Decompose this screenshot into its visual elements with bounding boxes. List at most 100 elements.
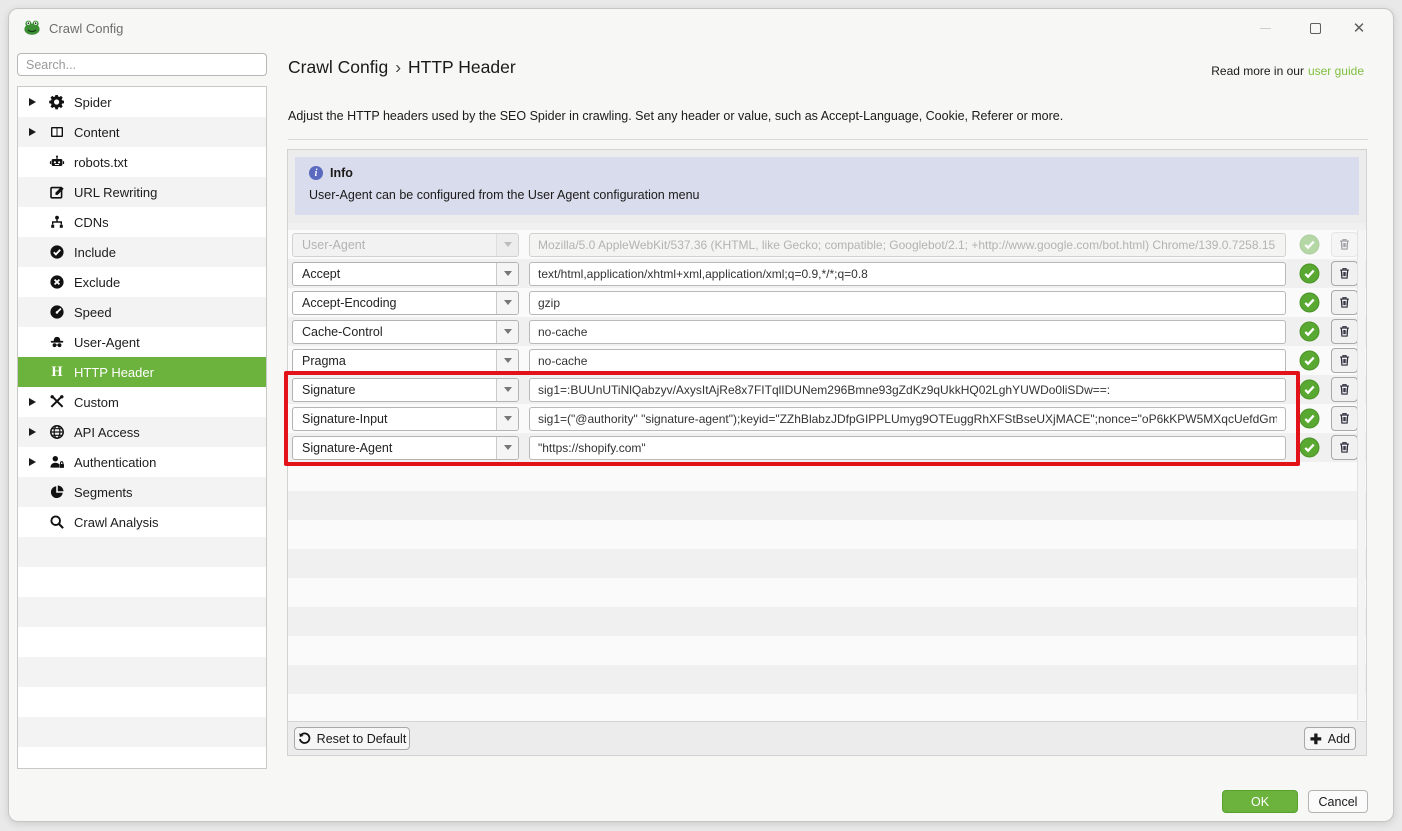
breadcrumb: Crawl Config›HTTP Header [288,57,516,78]
gear-icon [46,94,68,110]
sidebar-item-content[interactable]: Content [18,117,266,147]
delete-header-button[interactable] [1331,290,1358,315]
header-value-input[interactable] [529,291,1286,315]
close-button[interactable]: ✕ [1339,15,1379,41]
sidebar-item-label: API Access [74,425,140,440]
header-name-select[interactable]: Accept [292,262,519,286]
valid-check-icon [1298,292,1320,314]
reset-label: Reset to Default [317,732,407,746]
header-name-select[interactable]: Signature-Input [292,407,519,431]
sidebar-item-exclude[interactable]: Exclude [18,267,266,297]
maximize-icon [1310,23,1321,34]
header-value-input[interactable] [529,320,1286,344]
add-header-button[interactable]: ✚ Add [1304,727,1356,750]
delete-header-button[interactable] [1331,406,1358,431]
sidebar-item-label: Spider [74,95,112,110]
sidebar-list: Spider Content robots.txt URL RewritingCDNs… [17,86,267,769]
valid-check-icon [1298,234,1320,256]
header-row-signature-input: Signature-Input [288,404,1366,433]
chevron-down-icon [496,234,518,256]
expand-arrow-icon[interactable] [18,128,46,136]
sidebar-item-user-agent[interactable]: User-Agent [18,327,266,357]
expand-arrow-icon[interactable] [18,428,46,436]
chevron-down-icon [496,263,518,285]
delete-header-button[interactable] [1331,435,1358,460]
http-header-panel: i Info User-Agent can be configured from… [287,149,1367,756]
valid-check-icon [1298,379,1320,401]
sidebar-item-label: HTTP Header [74,365,154,380]
header-value-input[interactable] [529,407,1286,431]
delete-header-button[interactable] [1331,319,1358,344]
delete-header-button[interactable] [1331,348,1358,373]
header-name-label: Accept-Encoding [293,296,496,310]
header-name-select[interactable]: Signature [292,378,519,402]
header-row-accept: Accept [288,259,1366,288]
header-h-icon: H [46,364,68,380]
add-label: Add [1328,732,1350,746]
sidebar-item-label: Speed [74,305,112,320]
header-value-input[interactable] [529,349,1286,373]
cancel-button[interactable]: Cancel [1308,790,1368,813]
chevron-down-icon [496,408,518,430]
sidebar-item-segments[interactable]: Segments [18,477,266,507]
sidebar-item-api-access[interactable]: API Access [18,417,266,447]
chevron-down-icon [496,321,518,343]
globe-icon [46,424,68,440]
sidebar-item-url-rewriting[interactable]: URL Rewriting [18,177,266,207]
header-name-select[interactable]: Cache-Control [292,320,519,344]
sidebar-item-label: Exclude [74,275,120,290]
chevron-down-icon [496,379,518,401]
sidebar-item-cdns[interactable]: CDNs [18,207,266,237]
sidebar-item-spider[interactable]: Spider [18,87,266,117]
sidebar-item-speed[interactable]: Speed [18,297,266,327]
header-name-label: User-Agent [293,238,496,252]
header-value-input[interactable] [529,378,1286,402]
sidebar-item-label: Content [74,125,120,140]
header-name-select[interactable]: User-Agent [292,233,519,257]
maximize-button[interactable] [1295,15,1335,41]
edit-icon [46,184,68,200]
readmore-note: Read more in our user guide [1211,64,1364,78]
breadcrumb-separator: › [395,57,401,77]
sidebar-item-custom[interactable]: Custom [18,387,266,417]
minimize-button[interactable] [1245,15,1285,41]
header-name-label: Accept [293,267,496,281]
network-icon [46,214,68,230]
sidebar-item-label: robots.txt [74,155,127,170]
close-icon: ✕ [1353,21,1366,36]
header-value-input[interactable] [529,262,1286,286]
expand-arrow-icon[interactable] [18,98,46,106]
vertical-scrollbar[interactable] [1357,230,1365,720]
reset-to-default-button[interactable]: Reset to Default [294,727,410,750]
x-circle-icon [46,274,68,290]
sidebar-item-authentication[interactable]: Authentication [18,447,266,477]
valid-check-icon [1298,350,1320,372]
ok-button[interactable]: OK [1222,790,1298,813]
expand-arrow-icon[interactable] [18,398,46,406]
user-guide-link[interactable]: user guide [1308,64,1364,78]
columns-icon [46,124,68,140]
sidebar-item-label: Include [74,245,116,260]
readmore-text: Read more in our [1211,64,1304,78]
sidebar-item-robots-txt[interactable]: robots.txt [18,147,266,177]
delete-header-button[interactable] [1331,377,1358,402]
sidebar-item-label: Crawl Analysis [74,515,159,530]
header-row-accept-encoding: Accept-Encoding [288,288,1366,317]
sidebar-item-http-header[interactable]: H HTTP Header [18,357,266,387]
expand-arrow-icon[interactable] [18,458,46,466]
delete-header-button[interactable] [1331,261,1358,286]
header-name-select[interactable]: Signature-Agent [292,436,519,460]
info-box: i Info User-Agent can be configured from… [295,157,1359,215]
header-name-label: Signature-Input [293,412,496,426]
agent-icon [46,334,68,350]
header-name-label: Signature-Agent [293,441,496,455]
header-name-label: Pragma [293,354,496,368]
header-name-select[interactable]: Accept-Encoding [292,291,519,315]
delete-header-button [1331,232,1358,257]
search-input[interactable] [17,53,267,76]
window-title: Crawl Config [49,21,123,36]
header-value-input[interactable] [529,436,1286,460]
sidebar-item-include[interactable]: Include [18,237,266,267]
header-name-select[interactable]: Pragma [292,349,519,373]
sidebar-item-crawl-analysis[interactable]: Crawl Analysis [18,507,266,537]
